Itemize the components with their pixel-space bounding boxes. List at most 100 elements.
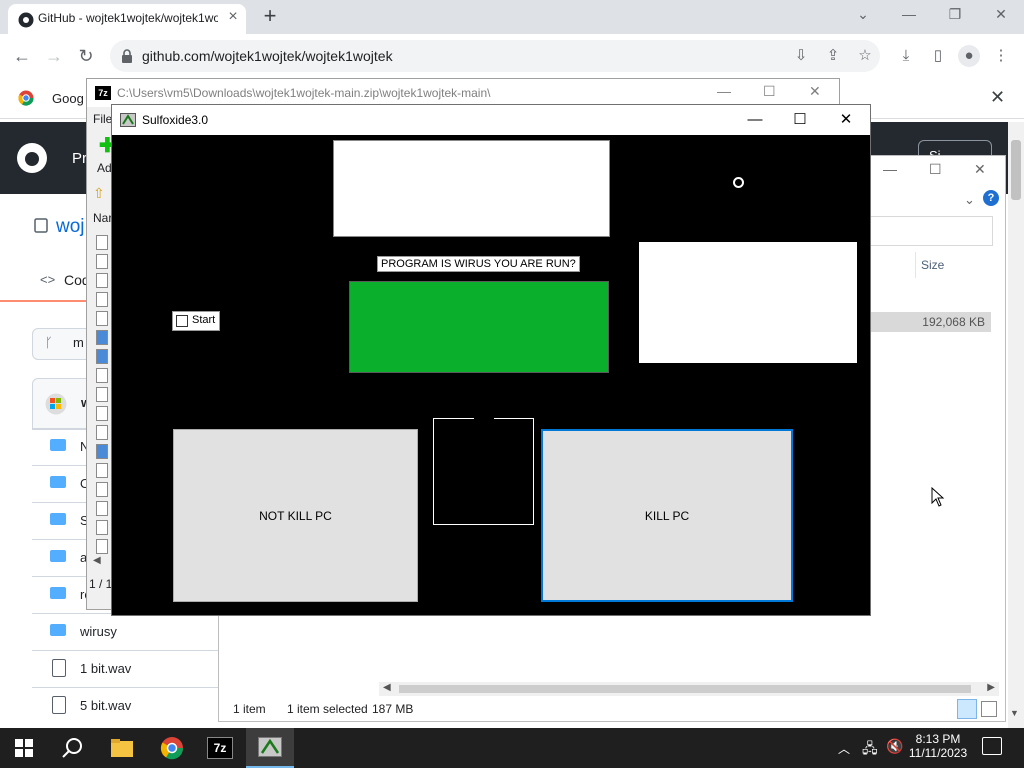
expand-ribbon-icon[interactable]: ⌄ (964, 192, 975, 208)
downloads-icon[interactable]: ⤓ (895, 45, 917, 67)
archive-file-icon[interactable] (96, 330, 108, 345)
reload-icon[interactable]: ↻ (74, 44, 98, 68)
infobar-close-icon[interactable]: ✕ (990, 87, 1005, 108)
browser-tab[interactable]: GitHub - wojtek1wojtek/wojtek1wojtek × (8, 4, 246, 34)
scroll-down-icon[interactable]: ▼ (1010, 708, 1019, 718)
sulfoxide-minimize-icon[interactable]: — (740, 110, 770, 130)
frame-gap (474, 415, 494, 420)
profile-icon[interactable]: ● (958, 45, 980, 67)
file-name[interactable]: wirusy (80, 624, 117, 639)
7zip-close-icon[interactable]: ✕ (809, 83, 821, 100)
empty-frame (433, 418, 534, 525)
folder-icon (50, 624, 66, 636)
back-icon[interactable]: ← (10, 44, 34, 68)
network-icon[interactable]: 🖧 (862, 738, 878, 762)
bookmark-star-icon[interactable]: ☆ (854, 45, 876, 67)
github-nav-product[interactable]: Pr (72, 150, 87, 167)
archive-file-icon[interactable] (96, 501, 108, 516)
tab-close-icon[interactable]: × (224, 8, 242, 26)
file-name[interactable]: 5 bit.wav (80, 698, 131, 713)
menu-icon[interactable]: ⋮ (990, 45, 1012, 67)
help-icon[interactable]: ? (983, 190, 999, 206)
folder-icon (50, 439, 66, 451)
side-panel-icon[interactable]: ▯ (927, 45, 949, 67)
taskbar-7zip[interactable]: 7z (196, 728, 244, 768)
explorer-close-icon[interactable]: ✕ (974, 161, 986, 178)
start-button[interactable] (0, 728, 48, 768)
page-scrollbar[interactable] (1008, 122, 1024, 728)
column-header-size[interactable]: Size (921, 258, 944, 272)
7zip-scroll-left-icon[interactable]: ◀ (93, 555, 101, 566)
7zip-minimize-icon[interactable]: — (717, 83, 731, 99)
add-label[interactable]: Ad (97, 161, 112, 175)
archive-file-icon[interactable] (96, 482, 108, 497)
kill-pc-button[interactable]: KILL PC (541, 429, 793, 602)
close-icon[interactable]: ✕ (986, 4, 1016, 24)
page-scrollbar-thumb[interactable] (1011, 140, 1021, 200)
taskbar-file-explorer[interactable] (98, 728, 146, 768)
archive-file-icon[interactable] (96, 387, 108, 402)
install-icon[interactable]: ⇩ (790, 45, 812, 67)
minimize-icon[interactable]: — (894, 4, 924, 24)
large-icons-view-icon[interactable] (981, 701, 997, 717)
archive-file-icon[interactable] (96, 273, 108, 288)
archive-file-icon[interactable] (96, 311, 108, 326)
up-folder-icon[interactable]: ⇧ (93, 185, 105, 202)
archive-file-icon[interactable] (96, 444, 108, 459)
not-kill-pc-button[interactable]: NOT KILL PC (173, 429, 418, 602)
archive-file-icon[interactable] (96, 235, 108, 250)
selected-row[interactable]: 192,068 KB (869, 312, 991, 332)
explorer-minimize-icon[interactable]: — (883, 161, 897, 177)
archive-file-icon[interactable] (96, 292, 108, 307)
archive-file-icon[interactable] (96, 463, 108, 478)
notifications-icon[interactable] (982, 737, 1002, 755)
explorer-hscrollbar[interactable]: ◀ ▶ (379, 682, 999, 696)
archive-file-icon[interactable] (96, 368, 108, 383)
file-row[interactable]: 1 bit.wav (32, 650, 222, 687)
explorer-maximize-icon[interactable]: ☐ (929, 161, 942, 178)
search-button[interactable] (48, 728, 96, 768)
7zip-menu-file[interactable]: File (93, 112, 112, 126)
archive-file-icon[interactable] (96, 349, 108, 364)
tab-code[interactable]: <> Cod (0, 264, 90, 302)
archive-file-icon[interactable] (96, 520, 108, 535)
archive-file-icon[interactable] (96, 254, 108, 269)
avatar[interactable] (45, 393, 67, 415)
file-icon (52, 696, 66, 714)
explorer-hscroll-thumb[interactable] (399, 685, 971, 693)
taskbar-chrome[interactable] (148, 728, 196, 768)
column-header-name[interactable]: Nar (93, 211, 112, 225)
archive-file-icon[interactable] (96, 539, 108, 554)
tab-search-icon[interactable]: ⌄ (848, 4, 878, 24)
folder-icon (50, 513, 66, 525)
show-hidden-icons[interactable]: ︿ (838, 740, 850, 757)
new-tab-icon[interactable]: + (258, 5, 282, 29)
scroll-right-icon[interactable]: ▶ (987, 682, 995, 693)
sulfoxide-maximize-icon[interactable]: ☐ (785, 110, 815, 130)
forward-icon[interactable]: → (42, 44, 66, 68)
chrome-icon (18, 90, 34, 106)
mouse-cursor-icon (931, 487, 945, 507)
github-logo-icon[interactable] (16, 142, 48, 174)
file-row[interactable]: wirusy (32, 613, 222, 650)
explorer-search-input[interactable] (869, 216, 993, 246)
taskbar-sulfoxide[interactable] (246, 728, 294, 768)
repo-owner-link[interactable]: woj (56, 216, 85, 238)
search-icon (62, 738, 82, 758)
sulfoxide-close-icon[interactable]: ✕ (831, 110, 861, 130)
archive-file-icon[interactable] (96, 406, 108, 421)
archive-file-icon[interactable] (96, 425, 108, 440)
share-icon[interactable]: ⇪ (822, 45, 844, 67)
volume-muted-icon[interactable]: 🔇 (886, 738, 903, 755)
address-bar[interactable]: github.com/wojtek1wojtek/wojtek1wojtek ⇩… (110, 40, 880, 72)
clock[interactable]: 8:13 PM 11/11/2023 (906, 732, 970, 760)
file-name[interactable]: 1 bit.wav (80, 661, 131, 676)
file-row[interactable]: 5 bit.wav (32, 687, 222, 724)
scroll-left-icon[interactable]: ◀ (383, 682, 391, 693)
7zip-maximize-icon[interactable]: ☐ (763, 83, 776, 100)
details-view-icon[interactable] (957, 699, 977, 719)
bookmark-google[interactable]: Goog (52, 91, 84, 106)
start-checkbox[interactable]: Start (172, 311, 220, 331)
7zip-status: 1 / 1 (89, 577, 113, 591)
restore-icon[interactable]: ❐ (940, 4, 970, 24)
